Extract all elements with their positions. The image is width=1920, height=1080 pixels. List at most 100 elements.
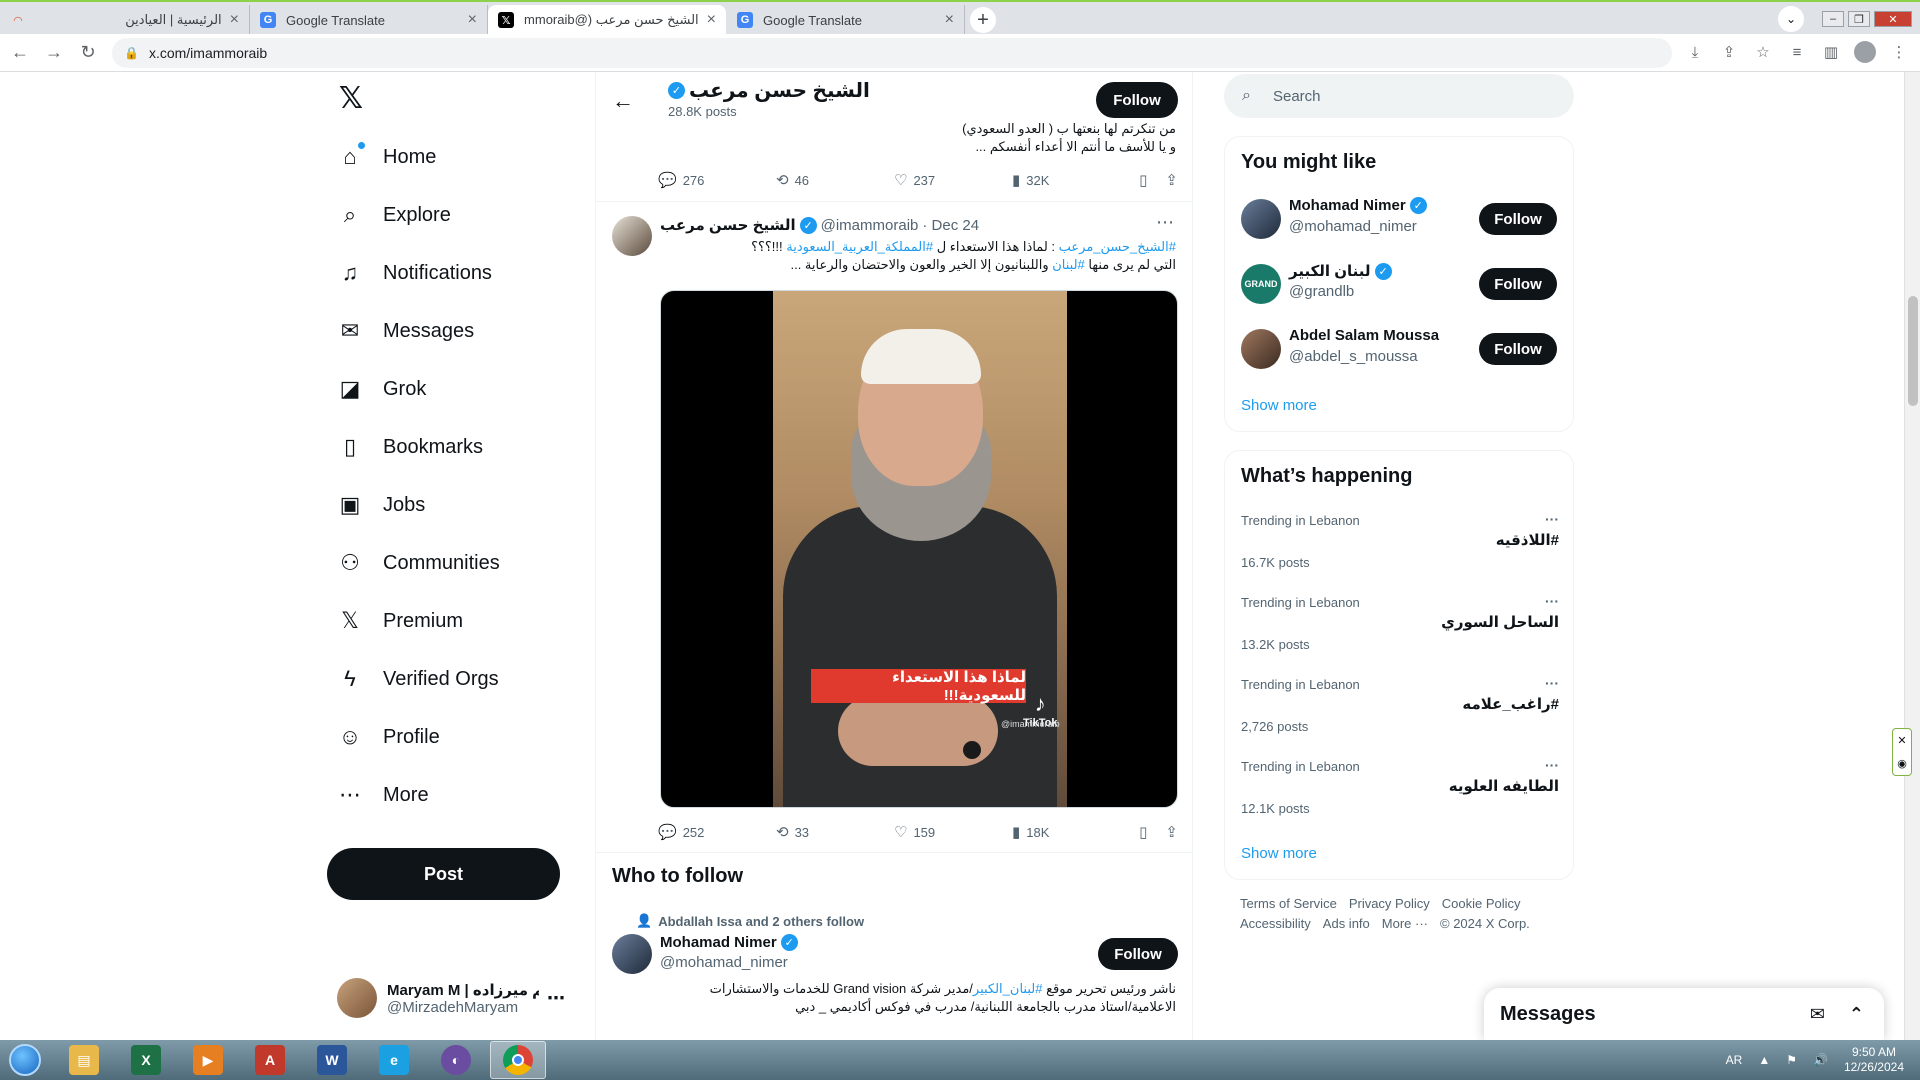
share-icon[interactable]: ⇪ bbox=[1165, 171, 1178, 189]
hashtag-link[interactable]: #الشيخ_حسن_مرعب bbox=[1059, 239, 1176, 254]
back-icon[interactable]: ← bbox=[6, 39, 34, 67]
repost-button[interactable]: ⟲ 46 bbox=[776, 171, 894, 189]
close-icon[interactable]: × bbox=[468, 11, 477, 29]
more-dots-icon[interactable]: ··· bbox=[1545, 675, 1559, 691]
avatar[interactable] bbox=[612, 934, 652, 974]
tweet-date[interactable]: · Dec 24 bbox=[922, 217, 979, 234]
start-button[interactable] bbox=[0, 1040, 50, 1080]
page-scrollbar[interactable] bbox=[1904, 72, 1920, 1040]
footer-link-ads[interactable]: Ads info bbox=[1323, 916, 1370, 931]
views-button[interactable]: ▮ 18K bbox=[1012, 823, 1130, 841]
avatar[interactable] bbox=[612, 216, 652, 256]
close-window-button[interactable]: ✕ bbox=[1874, 11, 1912, 27]
share-icon[interactable]: ⇪ bbox=[1718, 38, 1740, 66]
browser-tab-3-active[interactable]: 𝕏 الشيخ حسن مرعب (@imammoraib × bbox=[488, 5, 726, 35]
messages-drawer[interactable]: Messages ✉ ⌃ bbox=[1484, 988, 1884, 1040]
taskbar-ie[interactable]: e bbox=[366, 1041, 422, 1079]
browser-tab-4[interactable]: G Google Translate × bbox=[727, 5, 965, 35]
post-button[interactable]: Post bbox=[327, 848, 560, 900]
new-message-icon[interactable]: ✉ bbox=[1810, 1004, 1825, 1025]
more-dots-icon[interactable]: ··· bbox=[1545, 757, 1559, 773]
nav-jobs[interactable]: ▣ Jobs bbox=[337, 482, 426, 528]
account-switcher[interactable]: Maryam M | مریم میرزاده @MirzadehMaryam … bbox=[337, 972, 567, 1024]
footer-link-privacy[interactable]: Privacy Policy bbox=[1349, 896, 1430, 911]
taskbar-acrobat[interactable]: A bbox=[242, 1041, 298, 1079]
tweet-author-handle[interactable]: @imammoraib bbox=[821, 217, 919, 234]
tweet-video[interactable]: لماذا هذا الاستعداء للسعودية!!! ♪ TikTok… bbox=[660, 290, 1178, 808]
side-panel-icon[interactable]: ▥ bbox=[1820, 38, 1842, 66]
show-more-link[interactable]: Show more bbox=[1241, 845, 1317, 862]
trend-item[interactable]: Trending in Lebanon ··· الساحل السوري 13… bbox=[1241, 593, 1559, 665]
forward-icon[interactable]: → bbox=[40, 39, 68, 67]
scrollbar-thumb[interactable] bbox=[1908, 296, 1918, 406]
taskbar-excel[interactable]: X bbox=[118, 1041, 174, 1079]
nav-verified-orgs[interactable]: ϟ Verified Orgs bbox=[337, 656, 498, 702]
kebab-menu-icon[interactable]: ⋮ bbox=[1888, 38, 1910, 66]
nav-explore[interactable]: ⌕ Explore bbox=[337, 192, 451, 238]
close-icon[interactable]: × bbox=[945, 11, 954, 29]
reply-button[interactable]: 💬 252 bbox=[658, 823, 776, 841]
reply-button[interactable]: 💬 276 bbox=[658, 171, 776, 189]
taskbar-app[interactable]: ◐ bbox=[428, 1041, 484, 1079]
tray-arrow-icon[interactable]: ▲ bbox=[1758, 1053, 1770, 1067]
follow-button[interactable]: Follow bbox=[1479, 203, 1557, 235]
extension-icon[interactable]: ◉ bbox=[1897, 757, 1907, 770]
reload-icon[interactable]: ↻ bbox=[74, 39, 102, 67]
tab-search-icon[interactable]: ⌄ bbox=[1778, 6, 1804, 32]
nav-profile[interactable]: ☺ Profile bbox=[337, 714, 440, 760]
suggested-user[interactable]: Mohamad Nimer ✓ @mohamad_nimer Follow bbox=[1241, 197, 1559, 241]
trend-item[interactable]: Trending in Lebanon ··· الطايفه العلويه … bbox=[1241, 757, 1559, 829]
follow-button[interactable]: Follow bbox=[1479, 333, 1557, 365]
trend-item[interactable]: Trending in Lebanon ··· #راغب_علامه 2,72… bbox=[1241, 675, 1559, 747]
volume-icon[interactable]: 🔊 bbox=[1813, 1053, 1828, 1067]
bookmark-icon[interactable]: ▯ bbox=[1139, 823, 1147, 841]
close-icon[interactable]: × bbox=[230, 11, 239, 29]
back-arrow-icon[interactable]: ← bbox=[612, 88, 634, 114]
show-more-link[interactable]: Show more bbox=[1241, 397, 1317, 414]
nav-notifications[interactable]: ♫ Notifications bbox=[337, 250, 492, 296]
address-bar[interactable]: 🔒 x.com/imammoraib bbox=[112, 37, 1672, 68]
reading-list-icon[interactable]: ≡ bbox=[1786, 38, 1808, 66]
maximize-button[interactable]: ❐ bbox=[1848, 11, 1870, 27]
profile-icon[interactable] bbox=[1854, 38, 1876, 66]
taskbar-word[interactable]: W bbox=[304, 1041, 360, 1079]
footer-link-accessibility[interactable]: Accessibility bbox=[1240, 916, 1311, 931]
nav-communities[interactable]: ⚇ Communities bbox=[337, 540, 500, 586]
nav-bookmarks[interactable]: ▯ Bookmarks bbox=[337, 424, 483, 470]
flag-icon[interactable]: ⚑ bbox=[1786, 1053, 1797, 1067]
chevron-up-icon[interactable]: ⌃ bbox=[1849, 1004, 1864, 1025]
follow-button[interactable]: Follow bbox=[1479, 268, 1557, 300]
clock[interactable]: 9:50 AM 12/26/2024 bbox=[1844, 1045, 1904, 1075]
more-dots-icon[interactable]: ··· bbox=[1545, 593, 1559, 609]
nav-more[interactable]: ⋯ More bbox=[337, 772, 429, 818]
nav-messages[interactable]: ✉ Messages bbox=[337, 308, 474, 354]
new-tab-button[interactable]: + bbox=[970, 7, 996, 33]
extension-side-widget[interactable]: ✕ ◉ bbox=[1892, 728, 1912, 776]
more-dots-icon[interactable]: ⋯ bbox=[1156, 212, 1174, 233]
bookmark-icon[interactable]: ▯ bbox=[1139, 171, 1147, 189]
like-button[interactable]: ♡ 237 bbox=[894, 171, 1012, 189]
taskbar-explorer[interactable]: ▤ bbox=[56, 1041, 112, 1079]
search-input[interactable]: ⌕ Search bbox=[1224, 74, 1574, 118]
footer-link-more[interactable]: More ··· bbox=[1382, 916, 1428, 931]
browser-tab-1[interactable]: ◠ الرئيسية | العيادين × bbox=[0, 5, 250, 35]
language-indicator[interactable]: AR bbox=[1726, 1053, 1743, 1067]
nav-home[interactable]: ⌂ Home bbox=[337, 134, 436, 180]
browser-tab-2[interactable]: G Google Translate × bbox=[250, 5, 488, 35]
tweet-author-name[interactable]: الشيخ حسن مرعب bbox=[660, 216, 796, 234]
footer-link-terms[interactable]: Terms of Service bbox=[1240, 896, 1337, 911]
close-icon[interactable]: × bbox=[707, 11, 716, 29]
views-button[interactable]: ▮ 32K bbox=[1012, 171, 1130, 189]
bookmark-star-icon[interactable]: ☆ bbox=[1752, 38, 1774, 66]
suggested-user[interactable]: GRAND لبنان الكبير ✓ @grandlb Follow bbox=[1241, 262, 1559, 306]
taskbar-media[interactable]: ▶ bbox=[180, 1041, 236, 1079]
footer-link-cookie[interactable]: Cookie Policy bbox=[1442, 896, 1521, 911]
x-logo-icon[interactable]: 𝕏 bbox=[337, 82, 365, 115]
hashtag-link[interactable]: #لبنان bbox=[1052, 257, 1085, 272]
suggested-user[interactable]: Abdel Salam Moussa @abdel_s_moussa Follo… bbox=[1241, 327, 1559, 371]
install-icon[interactable]: ⤓ bbox=[1684, 38, 1706, 66]
repost-button[interactable]: ⟲ 33 bbox=[776, 823, 894, 841]
taskbar-chrome[interactable] bbox=[490, 1041, 546, 1079]
suggested-user-name[interactable]: Mohamad Nimer ✓ bbox=[660, 934, 798, 951]
more-dots-icon[interactable]: ··· bbox=[1545, 511, 1559, 527]
